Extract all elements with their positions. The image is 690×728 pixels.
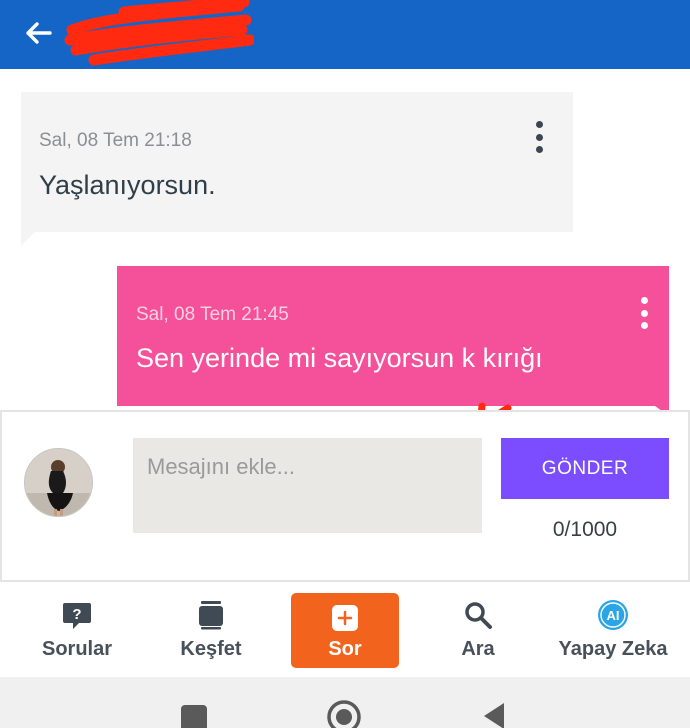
message-text: Sen yerinde mi sayıyorsun k kırığı <box>136 343 543 373</box>
message-timestamp: Sal, 08 Tem 21:45 <box>136 304 289 325</box>
back-button[interactable] <box>22 16 56 50</box>
nav-label: Sorular <box>41 638 113 660</box>
message-input[interactable] <box>133 438 482 533</box>
back-triangle-icon[interactable] <box>482 703 506 728</box>
nav-item-yapay-zeka[interactable]: AI Yapay Zeka <box>548 582 678 677</box>
message-bubble-incoming[interactable]: Sal, 08 Tem 21:18 Yaşlanıyorsun. <box>21 92 573 232</box>
search-icon <box>461 598 495 632</box>
nav-label: Yapay Zeka <box>558 638 668 660</box>
question-bubble-icon: ? <box>60 598 94 632</box>
avatar <box>24 448 93 517</box>
message-timestamp: Sal, 08 Tem 21:18 <box>39 130 192 151</box>
svg-text:?: ? <box>72 606 81 623</box>
more-options-icon[interactable] <box>527 117 551 157</box>
plus-square-icon <box>330 603 360 633</box>
nav-item-sor[interactable]: Sor <box>291 593 399 668</box>
nav-item-kesfet[interactable]: Keşfet <box>146 582 276 677</box>
chat-thread[interactable]: Sal, 08 Tem 21:18 Yaşlanıyorsun. Sal, 08… <box>0 69 690 411</box>
character-counter: 0/1000 <box>552 518 618 541</box>
home-circle-icon[interactable] <box>326 699 362 728</box>
nav-label: Keşfet <box>180 638 242 660</box>
message-bubble-outgoing[interactable]: Sal, 08 Tem 21:45 Sen yerinde mi sayıyor… <box>117 266 669 406</box>
recents-square-icon[interactable] <box>181 705 207 728</box>
nav-label: Sor <box>328 638 362 660</box>
nav-item-sorular[interactable]: ? Sorular <box>12 582 142 677</box>
bottom-navigation: ? Sorular Keşfet Sor Ara AI Yapay Zeka <box>0 582 690 677</box>
redacted-title-scribble <box>64 0 254 66</box>
arrow-left-icon <box>26 22 52 44</box>
app-header <box>0 0 690 69</box>
message-composer: GÖNDER 0/1000 <box>0 410 690 582</box>
send-button[interactable]: GÖNDER <box>501 438 669 499</box>
svg-text:AI: AI <box>607 608 620 623</box>
system-navigation-bar <box>0 677 690 728</box>
message-text: Yaşlanıyorsun. <box>39 170 216 200</box>
bubble-tail <box>21 232 35 246</box>
more-options-icon[interactable] <box>632 293 656 333</box>
cards-stack-icon <box>194 598 228 632</box>
ai-badge-icon: AI <box>596 598 630 632</box>
nav-label: Ara <box>461 638 495 660</box>
nav-item-ara[interactable]: Ara <box>413 582 543 677</box>
